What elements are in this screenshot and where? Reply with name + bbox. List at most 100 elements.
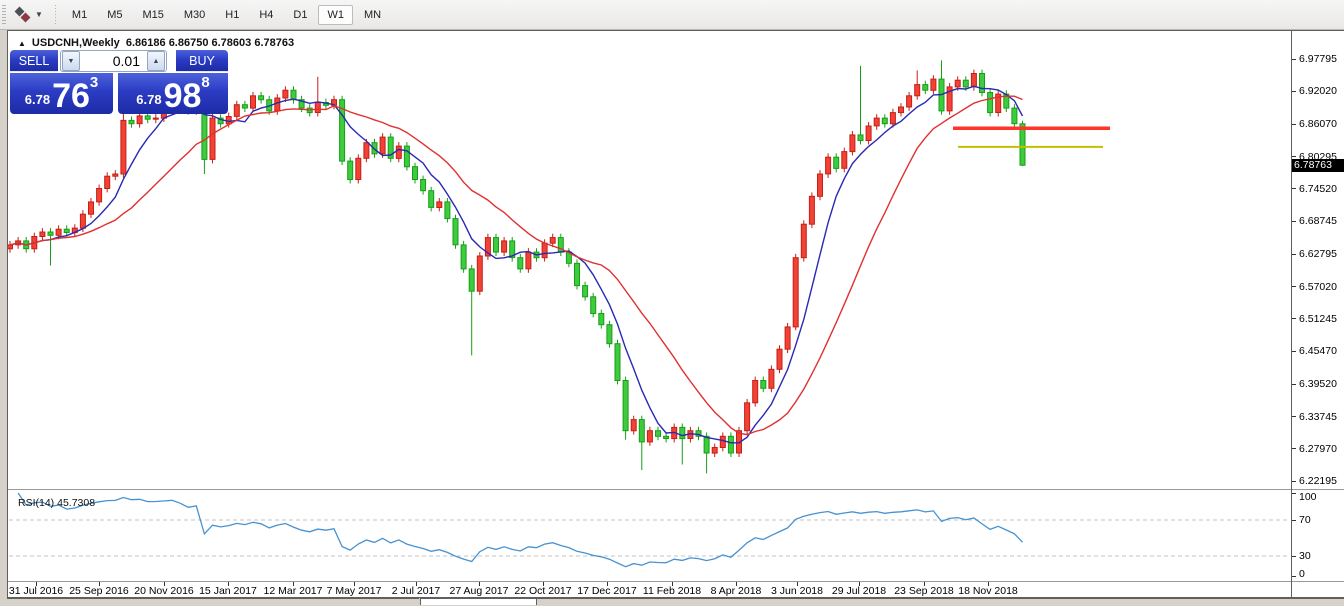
rsi-tick-mark: [1292, 493, 1296, 494]
rsi-tick-label: 70: [1299, 514, 1311, 526]
current-price-tag: 6.78763: [1292, 159, 1344, 172]
window-bottom-border: [537, 598, 1344, 599]
lot-decrease-button[interactable]: ▼: [62, 51, 80, 71]
timeframe-button-w1[interactable]: W1: [318, 5, 353, 25]
timeframe-button-m5[interactable]: M5: [98, 5, 131, 25]
price-tick-label: 6.22195: [1299, 475, 1337, 487]
date-tick-label: 20 Nov 2016: [134, 585, 194, 597]
lot-size-field[interactable]: 0.01: [81, 53, 146, 69]
pane-separator[interactable]: [8, 581, 1344, 582]
buy-price-big: 98: [164, 81, 202, 111]
timeframe-toolbar: ▼ M1M5M15M30H1H4D1W1MN: [0, 0, 1344, 30]
price-tick-mark: [1292, 416, 1296, 417]
price-tick-label: 6.57020: [1299, 281, 1337, 293]
price-tick-label: 6.86070: [1299, 118, 1337, 130]
rsi-name: RSI(14): [18, 497, 54, 509]
buy-button[interactable]: BUY: [176, 50, 228, 72]
price-axis-border: [1291, 31, 1292, 598]
price-tick-label: 6.33745: [1299, 411, 1337, 423]
one-click-trading-panel: SELL ▼ 0.01 ▲ BUY 6.78 76 3 6.78 98 8: [10, 50, 228, 114]
date-tick-label: 15 Jan 2017: [199, 585, 257, 597]
price-tick-label: 6.51245: [1299, 313, 1337, 325]
rsi-tick-mark: [1292, 556, 1296, 557]
price-tick-mark: [1292, 59, 1296, 60]
background-window-edge[interactable]: [420, 598, 537, 605]
price-tick-mark: [1292, 481, 1296, 482]
date-tick-label: 23 Sep 2018: [894, 585, 954, 597]
sell-price-big: 76: [52, 81, 90, 111]
price-tick-mark: [1292, 384, 1296, 385]
sell-price-display[interactable]: 6.78 76 3: [10, 73, 113, 114]
date-tick-label: 3 Jun 2018: [771, 585, 823, 597]
metatrader-window: ▼ M1M5M15M30H1H4D1W1MN ▲ USDCNH,Weekly 6.…: [0, 0, 1344, 606]
collapse-triangle-icon[interactable]: ▲: [18, 39, 26, 48]
price-tick-label: 6.74520: [1299, 183, 1337, 195]
price-tick-mark: [1292, 91, 1296, 92]
lot-increase-button[interactable]: ▲: [147, 51, 165, 71]
sell-button[interactable]: SELL: [10, 50, 58, 72]
price-tick-mark: [1292, 124, 1296, 125]
price-tick-label: 6.45470: [1299, 345, 1337, 357]
date-tick-label: 17 Dec 2017: [577, 585, 637, 597]
price-tick-label: 6.39520: [1299, 378, 1337, 390]
price-tick-mark: [1292, 156, 1296, 157]
rsi-tick-label: 30: [1299, 550, 1311, 562]
price-tick-mark: [1292, 286, 1296, 287]
rsi-tick-mark: [1292, 520, 1296, 521]
date-tick-label: 18 Nov 2018: [958, 585, 1018, 597]
window-bottom-border: [7, 598, 419, 599]
charts-icon: [14, 6, 32, 24]
timeframe-button-h1[interactable]: H1: [216, 5, 248, 25]
rsi-indicator-label: RSI(14) 45.7308: [18, 497, 95, 509]
date-tick-label: 31 Jul 2016: [9, 585, 63, 597]
timeframe-button-m1[interactable]: M1: [63, 5, 96, 25]
price-tick-label: 6.92020: [1299, 85, 1337, 97]
buy-price-prefix: 6.78: [136, 92, 161, 107]
chart-title: ▲ USDCNH,Weekly 6.86186 6.86750 6.78603 6…: [18, 37, 294, 49]
ohlc-values: 6.86186 6.86750 6.78603 6.78763: [126, 37, 294, 49]
symbol-period-label: USDCNH,Weekly: [32, 37, 120, 49]
sell-price-prefix: 6.78: [25, 92, 50, 107]
timeframe-button-m30[interactable]: M30: [175, 5, 214, 25]
price-tick-mark: [1292, 188, 1296, 189]
price-tick-mark: [1292, 318, 1296, 319]
date-tick-label: 11 Feb 2018: [643, 585, 701, 597]
toolbar-drag-handle[interactable]: [2, 5, 6, 25]
price-tick-mark: [1292, 351, 1296, 352]
rsi-current-value: 45.7308: [57, 497, 95, 509]
rsi-tick-mark: [1292, 576, 1296, 577]
sell-price-sup: 3: [90, 75, 98, 90]
buy-price-sup: 8: [201, 75, 209, 90]
toolbar-separator: [55, 5, 56, 25]
price-tick-label: 6.97795: [1299, 53, 1337, 65]
rsi-tick-label: 0: [1299, 568, 1305, 580]
rsi-tick-label: 100: [1299, 491, 1317, 503]
date-tick-label: 29 Jul 2018: [832, 585, 886, 597]
chevron-down-icon[interactable]: ▼: [35, 10, 43, 19]
lot-size-control: ▼ 0.01 ▲: [60, 50, 167, 72]
date-tick-label: 27 Aug 2017: [450, 585, 509, 597]
price-tick-label: 6.68745: [1299, 215, 1337, 227]
timeframe-button-d1[interactable]: D1: [284, 5, 316, 25]
timeframe-buttons: M1M5M15M30H1H4D1W1MN: [62, 5, 391, 25]
arrow-down-icon: ▼: [68, 58, 75, 65]
buy-price-display[interactable]: 6.78 98 8: [118, 73, 228, 114]
timeframe-button-m15[interactable]: M15: [133, 5, 172, 25]
date-tick-label: 8 Apr 2018: [711, 585, 762, 597]
date-tick-label: 2 Jul 2017: [392, 585, 440, 597]
price-tick-mark: [1292, 448, 1296, 449]
date-tick-label: 7 May 2017: [327, 585, 382, 597]
price-tick-mark: [1292, 254, 1296, 255]
date-tick-label: 22 Oct 2017: [514, 585, 571, 597]
timeframe-button-h4[interactable]: H4: [250, 5, 282, 25]
charts-tool-button[interactable]: ▼: [10, 2, 47, 28]
arrow-up-icon: ▲: [153, 58, 160, 65]
timeframe-button-mn[interactable]: MN: [355, 5, 390, 25]
price-tick-mark: [1292, 221, 1296, 222]
pane-separator[interactable]: [8, 489, 1344, 490]
rsi-chart-svg[interactable]: [8, 490, 1291, 581]
price-tick-label: 6.27970: [1299, 443, 1337, 455]
date-tick-label: 12 Mar 2017: [264, 585, 323, 597]
bottom-edge: [0, 598, 1344, 606]
date-tick-label: 25 Sep 2016: [69, 585, 129, 597]
